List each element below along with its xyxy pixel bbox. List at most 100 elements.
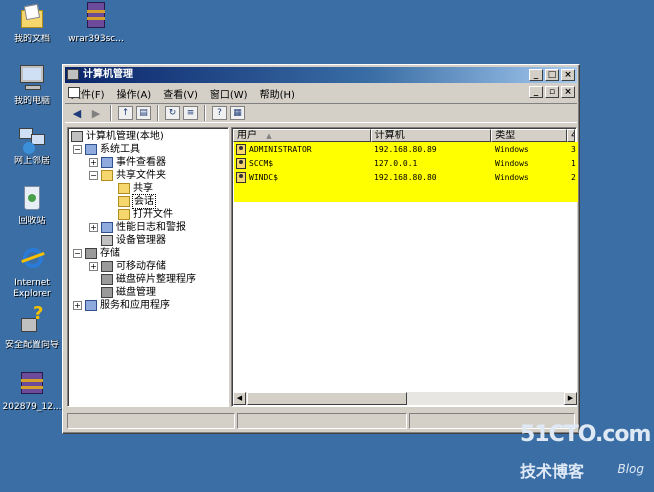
column-header-type[interactable]: 类型	[491, 129, 568, 142]
cell-type: Windows	[495, 144, 529, 154]
collapse-icon[interactable]: −	[89, 171, 98, 180]
maximize-button[interactable]: □	[545, 69, 559, 81]
desktop-icon-label: wrar393sc...	[68, 34, 124, 44]
title-bar[interactable]: 计算机管理 _ □ ×	[65, 67, 577, 83]
menu-window[interactable]: 窗口(W)	[204, 86, 254, 101]
horizontal-scrollbar[interactable]: ◀ ▶	[233, 392, 577, 405]
scrollbar-thumb[interactable]	[247, 392, 407, 405]
collapse-icon[interactable]: −	[73, 249, 82, 258]
desktop-icon-label: Internet Explorer	[13, 278, 51, 299]
scroll-right-icon[interactable]: ▶	[564, 392, 577, 405]
folder-icon	[118, 196, 130, 207]
disk-management-icon	[101, 287, 113, 298]
desktop-icon-network-places[interactable]: 网上邻居	[0, 124, 64, 167]
console-tree[interactable]: 计算机管理(本地) − 系统工具 + 事件查看器 − 共享文件夹 共享 会话 打…	[67, 127, 229, 407]
toolbar-separator	[204, 105, 206, 121]
up-folder-icon[interactable]: ↑	[118, 106, 133, 120]
desktop-icon-my-computer[interactable]: 我的电脑	[0, 64, 64, 107]
expand-icon[interactable]: +	[73, 301, 82, 310]
menu-view[interactable]: 查看(V)	[157, 86, 204, 101]
cell-type: Windows	[495, 172, 529, 182]
menu-action[interactable]: 操作(A)	[111, 86, 158, 101]
folder-icon	[118, 183, 130, 194]
list-header: 用户 ▲ 计算机 类型 4	[233, 129, 575, 142]
window-title: 计算机管理	[83, 69, 133, 80]
shared-folder-icon	[101, 170, 113, 181]
toolbar-separator	[157, 105, 159, 121]
expand-icon[interactable]: +	[89, 223, 98, 232]
tree-node-defrag[interactable]: 磁盘碎片整理程序	[101, 273, 196, 286]
desktop-icon-recycle-bin[interactable]: 回收站	[0, 184, 64, 227]
tree-node-removable-storage[interactable]: + 可移动存储	[89, 260, 166, 273]
collapse-icon[interactable]: −	[73, 145, 82, 154]
export-list-icon[interactable]: ≡	[183, 106, 198, 120]
refresh-icon[interactable]: ↻	[165, 106, 180, 120]
computer-management-window: 计算机管理 _ □ × 文件(F) 操作(A) 查看(V) 窗口(W) 帮助(H…	[62, 64, 580, 434]
close-button[interactable]: ×	[561, 69, 575, 81]
expand-icon[interactable]: +	[89, 262, 98, 271]
user-session-icon	[236, 171, 246, 183]
table-row[interactable]: SCCM$ 127.0.0.1 Windows 1	[236, 156, 579, 170]
site-watermark: 51CTO.com 技术博客 Blog	[520, 422, 651, 486]
desktop-icon-label: 我的文档	[13, 34, 50, 44]
tree-node-shared-folders[interactable]: − 共享文件夹	[89, 169, 166, 182]
rar-archive-icon	[17, 370, 47, 398]
cell-computer: 192.168.80.89	[374, 144, 437, 154]
toolbar: ◀ ▶ ↑ ▤ ↻ ≡ ? ▦	[65, 103, 577, 123]
help-icon[interactable]: ?	[212, 106, 227, 120]
sort-ascending-icon: ▲	[266, 132, 272, 140]
mmc-document-icon[interactable]	[68, 87, 80, 98]
tree-node-system-tools[interactable]: − 系统工具	[73, 143, 140, 156]
recycle-bin-icon	[17, 184, 47, 212]
defrag-icon	[101, 274, 113, 285]
security-wizard-icon: ?	[17, 305, 47, 336]
watermark-blog: Blog	[617, 462, 644, 476]
back-arrow-icon[interactable]: ◀	[69, 105, 85, 121]
status-pane	[237, 413, 407, 429]
performance-logs-icon	[101, 222, 113, 233]
cell-user: ADMINISTRATOR	[249, 144, 312, 154]
show-tree-icon[interactable]: ▤	[136, 106, 151, 120]
desktop-icon-rar-archive[interactable]: 202879_12...	[0, 370, 64, 413]
toolbar-separator	[110, 105, 112, 121]
column-header-extra[interactable]: 4	[567, 129, 575, 142]
cell-computer: 127.0.0.1	[374, 158, 418, 168]
minimize-button[interactable]: _	[529, 69, 543, 81]
tree-node-perf-logs[interactable]: + 性能日志和警报	[89, 221, 186, 234]
tree-node-root[interactable]: 计算机管理(本地)	[71, 130, 164, 143]
table-row[interactable]: ADMINISTRATOR 192.168.80.89 Windows 3	[236, 142, 579, 156]
mdi-restore-button[interactable]: ▫	[545, 86, 559, 98]
mdi-minimize-button[interactable]: _	[529, 86, 543, 98]
column-header-computer[interactable]: 计算机	[370, 129, 492, 142]
tree-node-shares[interactable]: 共享	[118, 182, 153, 195]
table-row[interactable]: WINDC$ 192.168.80.80 Windows 2	[236, 170, 579, 184]
user-session-icon	[236, 143, 246, 155]
menu-bar: 文件(F) 操作(A) 查看(V) 窗口(W) 帮助(H) _ ▫ ×	[65, 84, 577, 102]
tree-node-storage[interactable]: − 存储	[73, 247, 120, 260]
expand-icon[interactable]: +	[89, 158, 98, 167]
scroll-left-icon[interactable]: ◀	[233, 392, 246, 405]
desktop-icon-winrar[interactable]: wrar393sc...	[64, 2, 128, 45]
tree-node-open-files[interactable]: 打开文件	[118, 208, 173, 221]
system-tools-icon	[85, 144, 97, 155]
cell-extra: 3	[571, 144, 576, 154]
tree-node-device-manager[interactable]: 设备管理器	[101, 234, 166, 247]
tree-node-sessions[interactable]: 会话	[118, 194, 156, 209]
tree-node-event-viewer[interactable]: + 事件查看器	[89, 156, 166, 169]
desktop-icon-internet-explorer[interactable]: Internet Explorer	[0, 246, 64, 300]
folder-icon	[118, 209, 130, 220]
properties-icon[interactable]: ▦	[230, 106, 245, 120]
desktop-icon-label: 回收站	[18, 216, 46, 226]
menu-help[interactable]: 帮助(H)	[254, 86, 301, 101]
watermark-site: 51CTO.com	[520, 422, 651, 447]
forward-arrow-icon[interactable]: ▶	[88, 105, 104, 121]
tree-node-services-apps[interactable]: + 服务和应用程序	[73, 299, 170, 312]
cell-extra: 1	[571, 158, 576, 168]
mdi-close-button[interactable]: ×	[561, 86, 575, 98]
tree-node-disk-management[interactable]: 磁盘管理	[101, 286, 156, 299]
internet-explorer-icon	[17, 246, 47, 274]
desktop-icon-security-wizard[interactable]: ? 安全配置向导	[0, 305, 64, 351]
sessions-list[interactable]: 用户 ▲ 计算机 类型 4 ADMINISTRATOR 192.168.80.8…	[231, 127, 579, 407]
column-header-user[interactable]: 用户 ▲	[233, 129, 371, 142]
desktop-icon-my-documents[interactable]: 我的文档	[0, 2, 64, 45]
